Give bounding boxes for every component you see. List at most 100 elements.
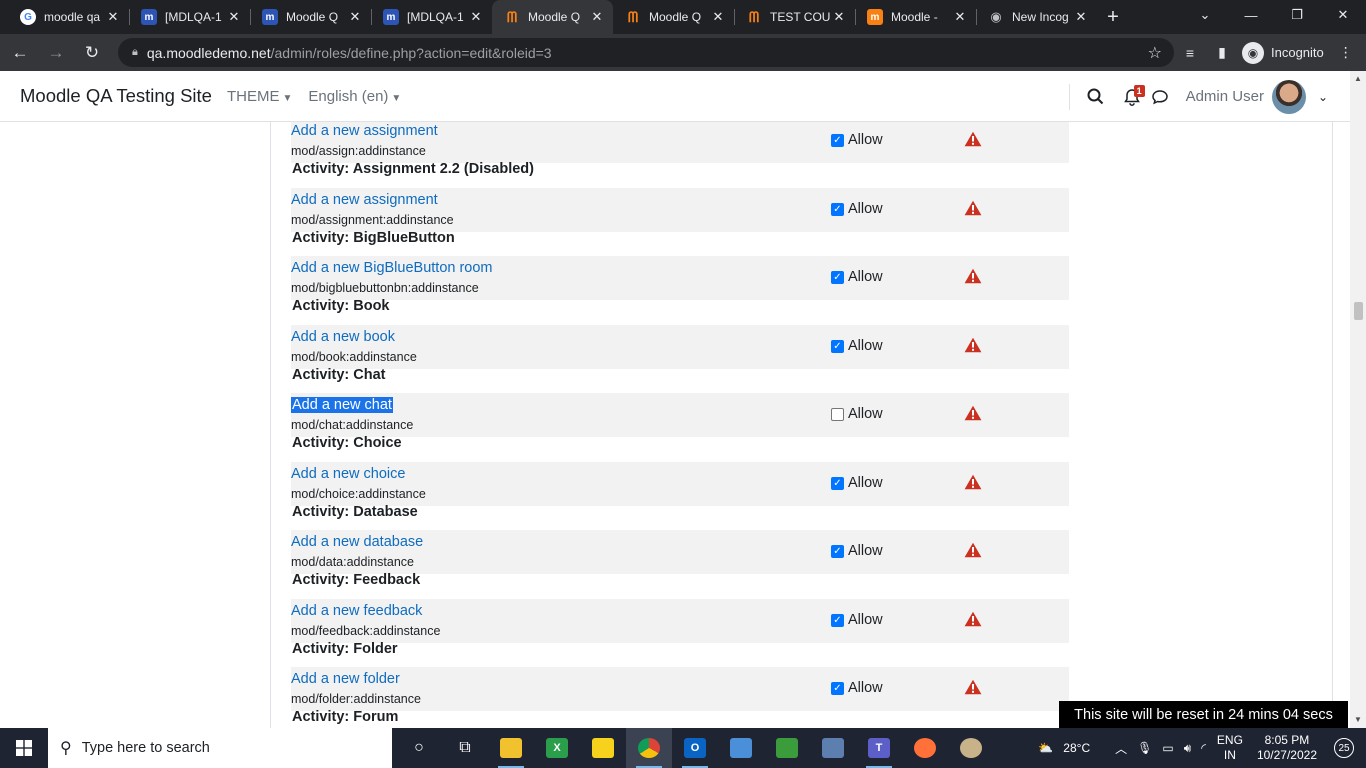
app-icon-chart[interactable] (764, 728, 810, 768)
allow-checkbox[interactable]: ✓ (831, 681, 844, 695)
allow-checkbox[interactable]: ✓ (831, 133, 844, 147)
messages-icon[interactable] (1146, 83, 1174, 111)
close-tab-icon[interactable]: ✕ (831, 9, 847, 25)
restore-icon[interactable]: ❐ (1274, 0, 1320, 30)
browser-tab[interactable]: m Moodle Q ✕ (250, 0, 371, 34)
allow-checkbox-label[interactable]: ✓ Allow (831, 475, 883, 491)
tab-search-icon[interactable]: ⌄ (1182, 0, 1228, 30)
allow-checkbox-label[interactable]: Allow (831, 406, 883, 422)
close-tab-icon[interactable]: ✕ (589, 9, 605, 25)
app-icon-computer[interactable] (810, 728, 856, 768)
browser-tab[interactable]: ◉ New Incog ✕ (976, 0, 1097, 34)
allow-checkbox-label[interactable]: ✓ Allow (831, 612, 883, 628)
close-tab-icon[interactable]: ✕ (1073, 9, 1089, 25)
scrollbar-thumb[interactable] (1354, 302, 1363, 320)
taskbar-search-box[interactable]: ⚲ Type here to search (48, 728, 392, 768)
teams-icon[interactable]: T (856, 728, 902, 768)
notifications-bell-icon[interactable]: 1 (1118, 83, 1146, 111)
close-tab-icon[interactable]: ✕ (468, 9, 484, 25)
site-name-link[interactable]: Moodle QA Testing Site (20, 85, 212, 107)
allow-checkbox[interactable]: ✓ (831, 339, 844, 353)
action-center-notifications-icon[interactable]: 25 (1334, 738, 1354, 758)
allow-checkbox[interactable]: ✓ (831, 476, 844, 490)
reading-list-icon[interactable]: ≡ (1174, 37, 1206, 69)
browser-tab[interactable]: ᗰ TEST COU ✕ (734, 0, 855, 34)
language-dropdown[interactable]: English (en) ▼ (308, 88, 401, 105)
capability-name-link[interactable]: Add a new book (291, 329, 395, 345)
capability-name-link[interactable]: Add a new assignment (291, 123, 438, 139)
risk-warning-icon[interactable] (964, 679, 982, 695)
minimize-icon[interactable]: — (1228, 0, 1274, 30)
capability-name-link[interactable]: Add a new chat (291, 397, 393, 413)
allow-checkbox-label[interactable]: ✓ Allow (831, 269, 883, 285)
search-icon[interactable] (1082, 83, 1110, 111)
risk-warning-icon[interactable] (964, 405, 982, 421)
paint-icon[interactable] (948, 728, 994, 768)
address-bar[interactable]: 🔒︎ qa.moodledemo.net/admin/roles/define.… (118, 38, 1174, 67)
close-tab-icon[interactable]: ✕ (226, 9, 242, 25)
weather-icon[interactable]: ⛅ (1038, 741, 1053, 755)
allow-checkbox-label[interactable]: ✓ Allow (831, 201, 883, 217)
browser-tab[interactable]: Gmoodle qa ✕ (8, 0, 129, 34)
theme-dropdown[interactable]: THEME ▼ (227, 88, 292, 105)
bookmark-star-icon[interactable]: ☆ (1148, 43, 1162, 63)
lock-icon[interactable]: 🔒︎ (132, 46, 138, 59)
system-clock[interactable]: 8:05 PM 10/27/2022 (1257, 733, 1317, 763)
close-tab-icon[interactable]: ✕ (347, 9, 363, 25)
incognito-profile-button[interactable]: ◉ Incognito (1242, 41, 1324, 64)
scroll-up-arrow-icon[interactable]: ▲ (1350, 71, 1366, 87)
capability-name-link[interactable]: Add a new choice (291, 466, 405, 482)
battery-icon[interactable]: ▭ (1162, 741, 1173, 755)
close-tab-icon[interactable]: ✕ (710, 9, 726, 25)
capability-name-link[interactable]: Add a new database (291, 534, 423, 550)
capability-name-link[interactable]: Add a new BigBlueButton room (291, 260, 493, 276)
weather-temperature[interactable]: 28°C (1063, 741, 1090, 755)
risk-warning-icon[interactable] (964, 337, 982, 353)
allow-checkbox[interactable]: ✓ (831, 202, 844, 216)
reload-icon[interactable]: ↻ (76, 37, 108, 69)
chrome-icon[interactable] (626, 728, 672, 768)
allow-checkbox[interactable] (831, 407, 844, 421)
input-language-indicator[interactable]: ENG IN (1217, 733, 1243, 763)
new-tab-button[interactable]: + (1097, 0, 1129, 34)
task-view-icon[interactable]: ⧉ (442, 728, 488, 768)
risk-warning-icon[interactable] (964, 542, 982, 558)
risk-warning-icon[interactable] (964, 131, 982, 147)
browser-tab[interactable]: m [MDLQA-1 ✕ (371, 0, 492, 34)
capability-name-link[interactable]: Add a new folder (291, 671, 400, 687)
browser-tab[interactable]: m Moodle - ✕ (855, 0, 976, 34)
show-hidden-icons-chevron-icon[interactable]: ︿ (1115, 740, 1127, 757)
sticky-notes-icon[interactable] (580, 728, 626, 768)
allow-checkbox[interactable]: ✓ (831, 270, 844, 284)
capability-name-link[interactable]: Add a new assignment (291, 192, 438, 208)
wifi-icon[interactable]: ◜ (1201, 741, 1206, 755)
allow-checkbox[interactable]: ✓ (831, 544, 844, 558)
close-window-icon[interactable]: ✕ (1320, 0, 1366, 30)
volume-icon[interactable]: 🔊︎ (1184, 741, 1192, 756)
close-tab-icon[interactable]: ✕ (952, 9, 968, 25)
avatar[interactable] (1271, 79, 1306, 114)
user-menu-chevron-icon[interactable]: ⌄ (1318, 90, 1328, 104)
user-name[interactable]: Admin User (1186, 88, 1264, 105)
microphone-icon[interactable]: 🎙︎ (1137, 741, 1152, 755)
risk-warning-icon[interactable] (964, 474, 982, 490)
allow-checkbox-label[interactable]: ✓ Allow (831, 543, 883, 559)
allow-checkbox-label[interactable]: ✓ Allow (831, 680, 883, 696)
risk-warning-icon[interactable] (964, 200, 982, 216)
outlook-icon[interactable]: O (672, 728, 718, 768)
firefox-icon[interactable] (902, 728, 948, 768)
app-icon-files[interactable] (718, 728, 764, 768)
file-explorer-icon[interactable] (488, 728, 534, 768)
browser-menu-icon[interactable]: ⋮ (1330, 37, 1362, 69)
close-tab-icon[interactable]: ✕ (105, 9, 121, 25)
allow-checkbox-label[interactable]: ✓ Allow (831, 132, 883, 148)
allow-checkbox-label[interactable]: ✓ Allow (831, 338, 883, 354)
capability-name-link[interactable]: Add a new feedback (291, 603, 422, 619)
browser-tab[interactable]: ᗰ Moodle Q ✕ (492, 0, 613, 34)
side-panel-icon[interactable]: ▮ (1206, 37, 1238, 69)
windows-start-button[interactable] (0, 728, 48, 768)
risk-warning-icon[interactable] (964, 611, 982, 627)
forward-arrow-icon[interactable]: → (40, 37, 72, 69)
back-arrow-icon[interactable]: ← (4, 37, 36, 69)
browser-tab[interactable]: m [MDLQA-1 ✕ (129, 0, 250, 34)
